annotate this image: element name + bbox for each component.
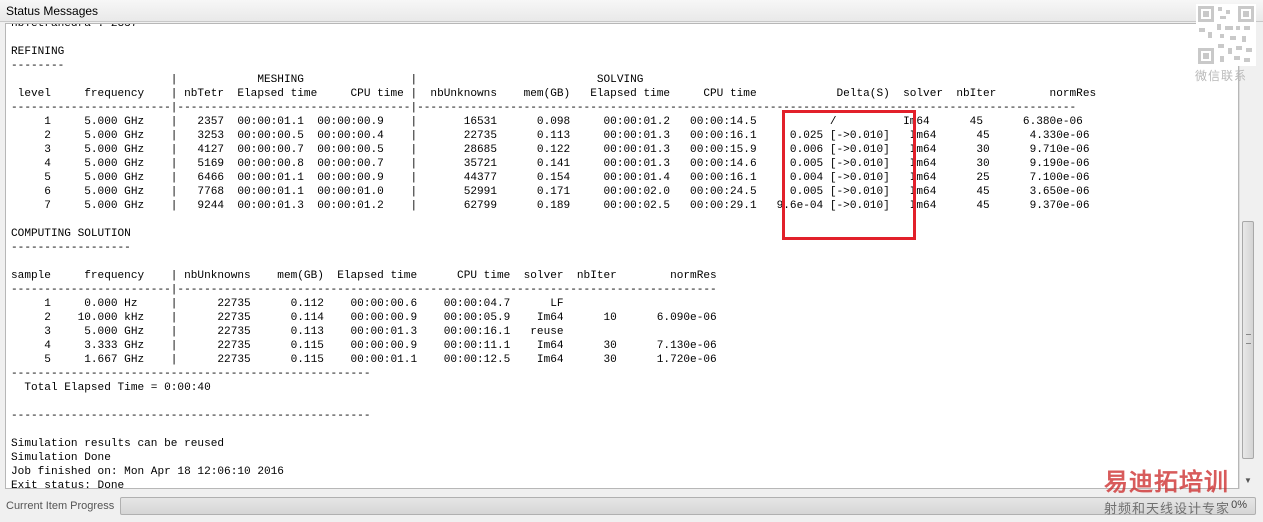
qr-caption: 微信联系 <box>1195 69 1248 83</box>
console-text: nbTetrahedra : 2357 REFINING -------- | … <box>11 23 1097 489</box>
delta-s-highlight-box <box>782 110 916 240</box>
status-bar: Current Item Progress 0% <box>0 492 1263 522</box>
watermark-subtitle: 射频和天线设计专家 <box>1104 501 1231 516</box>
status-messages-console[interactable]: nbTetrahedra : 2357 REFINING -------- | … <box>5 23 1239 489</box>
scroll-down-icon[interactable]: ▼ <box>1240 473 1256 489</box>
scrollbar-thumb[interactable] <box>1242 221 1254 459</box>
progress-bar: 0% <box>120 497 1256 515</box>
progress-label: Current Item Progress <box>6 500 115 512</box>
grip-icon <box>1246 334 1251 344</box>
vertical-scrollbar[interactable]: ▲ ▼ <box>1239 23 1256 489</box>
window-title-bar: Status Messages ✕ <box>0 0 1263 22</box>
progress-percent: 0% <box>1231 499 1247 511</box>
window-title: Status Messages <box>6 4 99 18</box>
watermark-logo-text: 易迪拓培训 <box>1104 469 1229 496</box>
qr-code-icon <box>1196 4 1256 66</box>
